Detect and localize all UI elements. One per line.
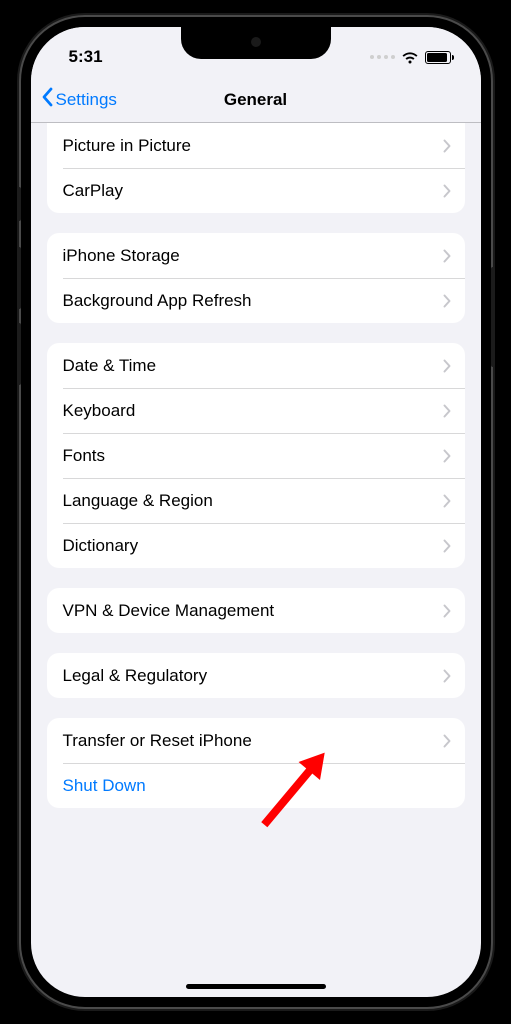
volume-down-button bbox=[17, 323, 21, 385]
row-label: VPN & Device Management bbox=[63, 601, 443, 621]
volume-up-button bbox=[17, 247, 21, 309]
row-picture-in-picture[interactable]: Picture in Picture bbox=[47, 123, 465, 168]
row-label: Picture in Picture bbox=[63, 136, 443, 156]
mute-switch bbox=[17, 187, 21, 221]
row-legal-regulatory[interactable]: Legal & Regulatory bbox=[47, 653, 465, 698]
status-time: 5:31 bbox=[69, 47, 103, 67]
chevron-right-icon bbox=[443, 494, 451, 508]
phone-frame: 5:31 Settings General Picture in Picture… bbox=[21, 17, 491, 1007]
wifi-icon bbox=[401, 51, 419, 64]
settings-group: VPN & Device Management bbox=[47, 588, 465, 633]
home-indicator[interactable] bbox=[186, 984, 326, 989]
chevron-right-icon bbox=[443, 669, 451, 683]
row-dictionary[interactable]: Dictionary bbox=[47, 523, 465, 568]
row-iphone-storage[interactable]: iPhone Storage bbox=[47, 233, 465, 278]
chevron-right-icon bbox=[443, 404, 451, 418]
settings-group: Transfer or Reset iPhone Shut Down bbox=[47, 718, 465, 808]
row-fonts[interactable]: Fonts bbox=[47, 433, 465, 478]
settings-group: Picture in Picture CarPlay bbox=[47, 123, 465, 213]
row-language-region[interactable]: Language & Region bbox=[47, 478, 465, 523]
row-background-app-refresh[interactable]: Background App Refresh bbox=[47, 278, 465, 323]
row-label: Background App Refresh bbox=[63, 291, 443, 311]
row-label: Dictionary bbox=[63, 536, 443, 556]
row-label: Shut Down bbox=[63, 776, 451, 796]
chevron-right-icon bbox=[443, 604, 451, 618]
chevron-right-icon bbox=[443, 184, 451, 198]
nav-bar: Settings General bbox=[31, 77, 481, 123]
status-indicators bbox=[370, 51, 451, 64]
notch bbox=[181, 27, 331, 59]
row-date-time[interactable]: Date & Time bbox=[47, 343, 465, 388]
chevron-right-icon bbox=[443, 734, 451, 748]
row-label: CarPlay bbox=[63, 181, 443, 201]
chevron-right-icon bbox=[443, 139, 451, 153]
row-transfer-or-reset-iphone[interactable]: Transfer or Reset iPhone bbox=[47, 718, 465, 763]
row-label: Date & Time bbox=[63, 356, 443, 376]
settings-content[interactable]: Picture in Picture CarPlay iPhone Storage B… bbox=[31, 123, 481, 997]
screen: 5:31 Settings General Picture in Picture… bbox=[31, 27, 481, 997]
power-button bbox=[491, 267, 495, 367]
row-label: Transfer or Reset iPhone bbox=[63, 731, 443, 751]
row-label: iPhone Storage bbox=[63, 246, 443, 266]
row-label: Legal & Regulatory bbox=[63, 666, 443, 686]
chevron-right-icon bbox=[443, 294, 451, 308]
settings-group: Legal & Regulatory bbox=[47, 653, 465, 698]
back-label: Settings bbox=[56, 90, 117, 110]
row-carplay[interactable]: CarPlay bbox=[47, 168, 465, 213]
chevron-right-icon bbox=[443, 359, 451, 373]
row-label: Language & Region bbox=[63, 491, 443, 511]
cellular-dots-icon bbox=[370, 55, 395, 59]
settings-group: Date & Time Keyboard Fonts Language & Regio… bbox=[47, 343, 465, 568]
chevron-left-icon bbox=[41, 87, 53, 112]
row-label: Keyboard bbox=[63, 401, 443, 421]
row-keyboard[interactable]: Keyboard bbox=[47, 388, 465, 433]
settings-group: iPhone Storage Background App Refresh bbox=[47, 233, 465, 323]
row-label: Fonts bbox=[63, 446, 443, 466]
back-button[interactable]: Settings bbox=[41, 87, 117, 112]
chevron-right-icon bbox=[443, 249, 451, 263]
chevron-right-icon bbox=[443, 449, 451, 463]
row-shut-down[interactable]: Shut Down bbox=[47, 763, 465, 808]
battery-icon bbox=[425, 51, 451, 64]
row-vpn-device-management[interactable]: VPN & Device Management bbox=[47, 588, 465, 633]
chevron-right-icon bbox=[443, 539, 451, 553]
